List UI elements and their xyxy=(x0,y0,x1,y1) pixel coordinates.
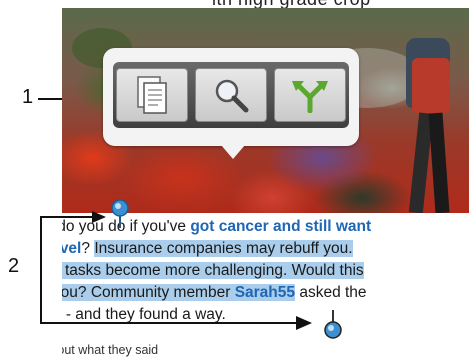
article-text[interactable]: at do you do if you've got cancer and st… xyxy=(62,214,469,360)
callout-line-2-bottom xyxy=(40,322,298,324)
cropped-header-text: ith high grade crop xyxy=(62,0,469,8)
selection-end-handle[interactable] xyxy=(323,310,343,340)
magnifier-icon xyxy=(215,79,249,113)
article-line-2: travel? Insurance companies may rebuff y… xyxy=(62,239,353,258)
share-icon xyxy=(291,81,328,113)
selected-text: p you? Community member xyxy=(62,284,235,301)
search-button[interactable] xyxy=(194,68,267,122)
callout-number-2: 2 xyxy=(8,255,20,277)
share-button[interactable] xyxy=(273,68,346,122)
article-line-1: at do you do if you've got cancer and st… xyxy=(62,218,372,235)
selection-start-handle[interactable] xyxy=(110,198,130,228)
callout-line-2-vertical xyxy=(40,216,42,323)
callout-arrowhead-2b xyxy=(296,316,312,330)
copy-button[interactable] xyxy=(116,68,189,122)
link-sarah55[interactable]: Sarah55 xyxy=(234,284,296,301)
callout-line-2-top xyxy=(40,216,98,218)
article-line-3: ple tasks become more challenging. Would… xyxy=(62,261,364,280)
toolbar-pointer xyxy=(221,145,245,159)
text-selection-toolbar xyxy=(103,48,359,159)
hiker-figure xyxy=(392,18,462,213)
toolbar-strip xyxy=(113,62,349,128)
copy-icon xyxy=(137,76,168,114)
selected-text: Insurance companies may rebuff you. xyxy=(94,240,353,257)
callout-number-1: 1 xyxy=(22,86,34,108)
selected-text: ple tasks become more challenging. Would… xyxy=(62,262,364,279)
article-line-4: p you? Community member Sarah55 asked th… xyxy=(62,283,367,302)
link-travel[interactable]: travel xyxy=(62,240,81,257)
phone-screen: at do you do if you've got cancer and st… xyxy=(62,0,469,360)
link-got-cancer[interactable]: got cancer and still want xyxy=(190,218,371,235)
article-line-6: nd out what they said xyxy=(62,343,159,357)
callout-arrowhead-2a xyxy=(92,211,106,223)
